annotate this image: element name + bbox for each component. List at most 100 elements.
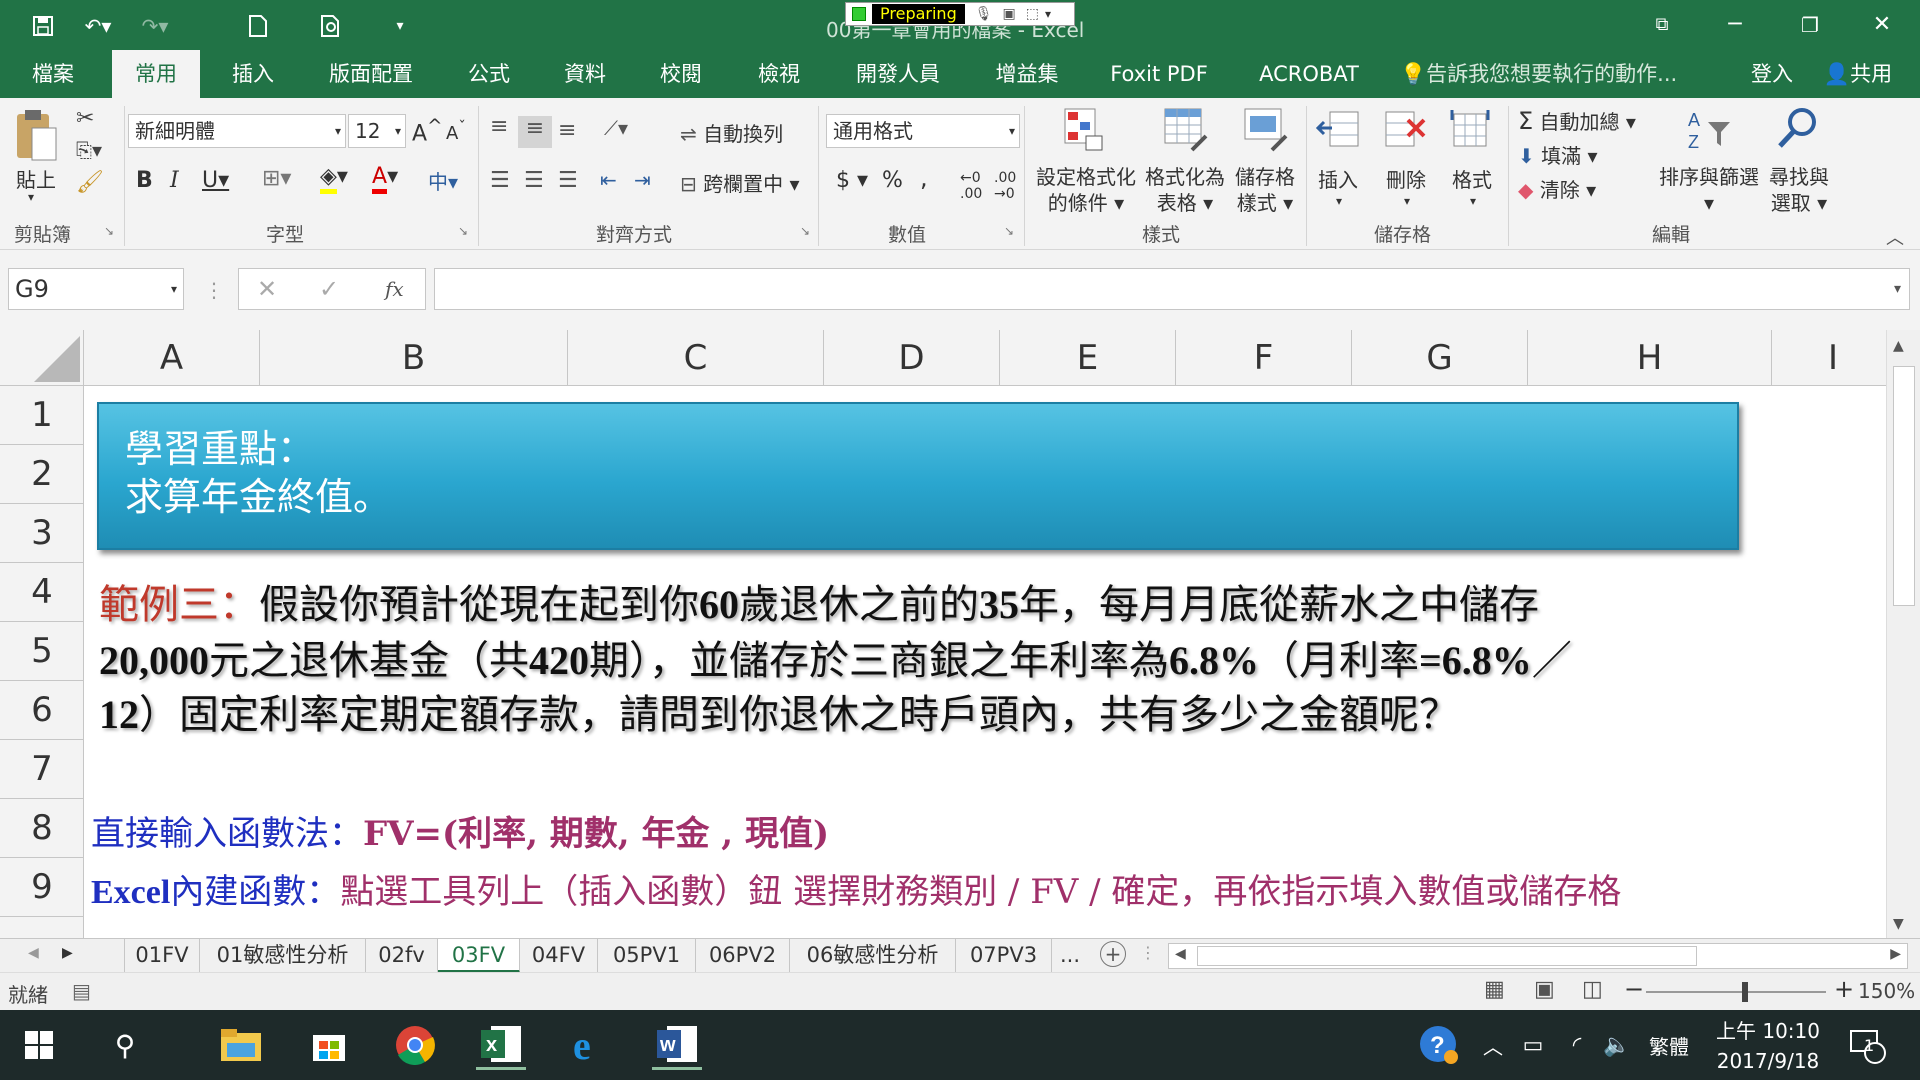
splitter-icon[interactable]: ⋮	[1140, 943, 1156, 962]
delete-button[interactable]: 刪除	[1386, 164, 1426, 193]
find-select-icon[interactable]	[1776, 106, 1820, 156]
align-right-icon[interactable]: ☰	[558, 168, 578, 193]
conditional-formatting-icon[interactable]	[1064, 108, 1104, 158]
sheet-tab-06-sensitivity[interactable]: 06敏感性分析	[790, 939, 956, 973]
tab-acrobat[interactable]: ACROBAT	[1254, 50, 1364, 98]
collapse-ribbon-icon[interactable]: ︿	[1886, 224, 1904, 250]
sheet-tab-06pv2[interactable]: 06PV2	[696, 939, 790, 973]
zoom-level[interactable]: 150%	[1858, 979, 1915, 1003]
decrease-indent-icon[interactable]: ⇤	[600, 168, 617, 192]
align-middle-icon[interactable]: ≡	[518, 116, 552, 148]
decrease-font-icon[interactable]: Aˇ	[446, 118, 466, 144]
camera-icon[interactable]: ▣	[1003, 6, 1016, 22]
format-cells-icon[interactable]	[1450, 108, 1494, 158]
action-center-icon[interactable]: 1	[1842, 1020, 1892, 1070]
column-header-i[interactable]: I	[1772, 330, 1894, 386]
conditional-formatting-button[interactable]: 設定格式化 的條件 ▾	[1034, 164, 1138, 216]
tab-developer[interactable]: 開發人員	[848, 50, 948, 98]
column-header-b[interactable]: B	[260, 330, 568, 386]
next-sheet-icon[interactable]: ▶	[62, 945, 73, 961]
enter-icon[interactable]: ✓	[319, 269, 339, 309]
bold-button[interactable]: B	[136, 168, 153, 193]
sheet-tab-03fv[interactable]: 03FV	[438, 939, 520, 973]
worksheet-grid[interactable]: 學習重點： 求算年金終值。 範例三：假設你預計從現在起到你60歲退休之前的35年…	[85, 386, 1885, 938]
column-header-f[interactable]: F	[1176, 330, 1352, 386]
recording-toolbar[interactable]: Preparing 🎙 ▣ ⬚ ▾	[845, 2, 1075, 26]
zoom-slider[interactable]	[1646, 982, 1826, 1002]
tell-me-box[interactable]: 💡告訴我您想要執行的動作...	[1400, 50, 1690, 98]
clock[interactable]: 上午 10:10 2017/9/18	[1712, 1016, 1824, 1076]
cell-styles-button[interactable]: 儲存格 樣式 ▾	[1230, 164, 1300, 216]
increase-indent-icon[interactable]: ⇥	[634, 168, 651, 192]
percent-icon[interactable]: %	[882, 168, 903, 193]
wrap-text-button[interactable]: ⇌ 自動換列	[680, 118, 783, 147]
chrome-icon[interactable]	[390, 1020, 440, 1070]
learning-focus-banner[interactable]: 學習重點： 求算年金終值。	[97, 402, 1739, 550]
clipboard-launcher-icon[interactable]: ↘	[104, 224, 114, 238]
font-launcher-icon[interactable]: ↘	[458, 224, 468, 238]
select-all-button[interactable]	[0, 330, 84, 386]
close-icon[interactable]: ✕	[1862, 10, 1902, 40]
copy-icon[interactable]: ⎘▾	[76, 138, 102, 162]
decrease-decimal-icon[interactable]: .00 →0	[994, 170, 1016, 202]
align-center-icon[interactable]: ☰	[524, 168, 544, 193]
sheet-tab-01fv[interactable]: 01FV	[124, 939, 200, 973]
region-icon[interactable]: ⬚	[1026, 6, 1039, 22]
tab-data[interactable]: 資料	[552, 50, 618, 98]
tab-insert[interactable]: 插入	[220, 50, 286, 98]
edge-icon[interactable]: e	[566, 1020, 616, 1070]
expand-formula-icon[interactable]: ▾	[1894, 269, 1901, 309]
font-size-select[interactable]: 12 ▾	[348, 114, 406, 148]
row-header-5[interactable]: 5	[0, 622, 84, 681]
clear-button[interactable]: ◆ 清除 ▾	[1518, 174, 1596, 203]
font-name-select[interactable]: 新細明體 ▾	[128, 114, 346, 148]
format-as-table-icon[interactable]	[1164, 108, 1208, 158]
scroll-left-icon[interactable]: ◀	[1175, 946, 1186, 962]
format-button[interactable]: 格式	[1452, 164, 1492, 193]
increase-font-icon[interactable]: A^	[412, 116, 442, 146]
tab-foxit-pdf[interactable]: Foxit PDF	[1104, 50, 1214, 98]
undo-icon[interactable]: ↶▾	[78, 12, 118, 40]
row-header-1[interactable]: 1	[0, 386, 84, 445]
page-layout-view-icon[interactable]: ▣	[1534, 977, 1555, 1002]
sort-filter-button[interactable]: 排序與篩選 ▾	[1656, 164, 1762, 216]
sheet-tab-01-sensitivity[interactable]: 01敏感性分析	[200, 939, 366, 973]
sheet-tab-07pv3[interactable]: 07PV3	[956, 939, 1052, 973]
store-icon[interactable]	[304, 1020, 354, 1070]
autosum-button[interactable]: Σ 自動加總 ▾	[1518, 106, 1636, 135]
print-preview-icon[interactable]	[316, 12, 346, 40]
battery-icon[interactable]: ▭	[1508, 1020, 1558, 1070]
number-format-select[interactable]: 通用格式 ▾	[826, 114, 1020, 148]
share-button[interactable]: 👤共用	[1812, 50, 1904, 98]
zoom-in-button[interactable]: +	[1834, 975, 1854, 1003]
row-header-4[interactable]: 4	[0, 563, 84, 622]
sign-in-link[interactable]: 登入	[1748, 50, 1796, 98]
tab-file[interactable]: 檔案	[20, 50, 86, 98]
name-box[interactable]: G9 ▾	[8, 268, 184, 310]
dropdown-icon[interactable]: ▾	[1045, 7, 1051, 21]
column-header-a[interactable]: A	[84, 330, 260, 386]
sheet-tab-04fv[interactable]: 04FV	[520, 939, 598, 973]
align-bottom-icon[interactable]: ≡	[558, 118, 576, 143]
phonetic-icon[interactable]: 中▾	[428, 166, 458, 195]
column-header-h[interactable]: H	[1528, 330, 1772, 386]
column-header-c[interactable]: C	[568, 330, 824, 386]
delete-cells-icon[interactable]	[1384, 108, 1428, 158]
row-header-2[interactable]: 2	[0, 445, 84, 504]
currency-icon[interactable]: $ ▾	[836, 168, 868, 193]
number-launcher-icon[interactable]: ↘	[1004, 224, 1014, 238]
ribbon-display-icon[interactable]: ⧉	[1642, 10, 1682, 40]
add-sheet-icon[interactable]: +	[1100, 941, 1126, 967]
paste-icon[interactable]	[14, 108, 64, 164]
merge-center-button[interactable]: ⊟ 跨欄置中 ▾	[680, 168, 800, 197]
macro-record-icon[interactable]: ▤	[72, 979, 91, 1003]
cell-styles-icon[interactable]	[1244, 108, 1288, 158]
horizontal-scrollbar[interactable]: ◀ ▶	[1168, 943, 1908, 969]
vertical-scrollbar[interactable]: ▲ ▼	[1886, 330, 1920, 938]
help-icon[interactable]: ?	[1414, 1020, 1464, 1070]
row-header-6[interactable]: 6	[0, 681, 84, 740]
format-painter-icon[interactable]: 🖌	[76, 170, 104, 195]
file-explorer-icon[interactable]	[216, 1020, 266, 1070]
restore-icon[interactable]: ❐	[1790, 10, 1830, 40]
more-sheets-button[interactable]: ...	[1052, 939, 1088, 973]
